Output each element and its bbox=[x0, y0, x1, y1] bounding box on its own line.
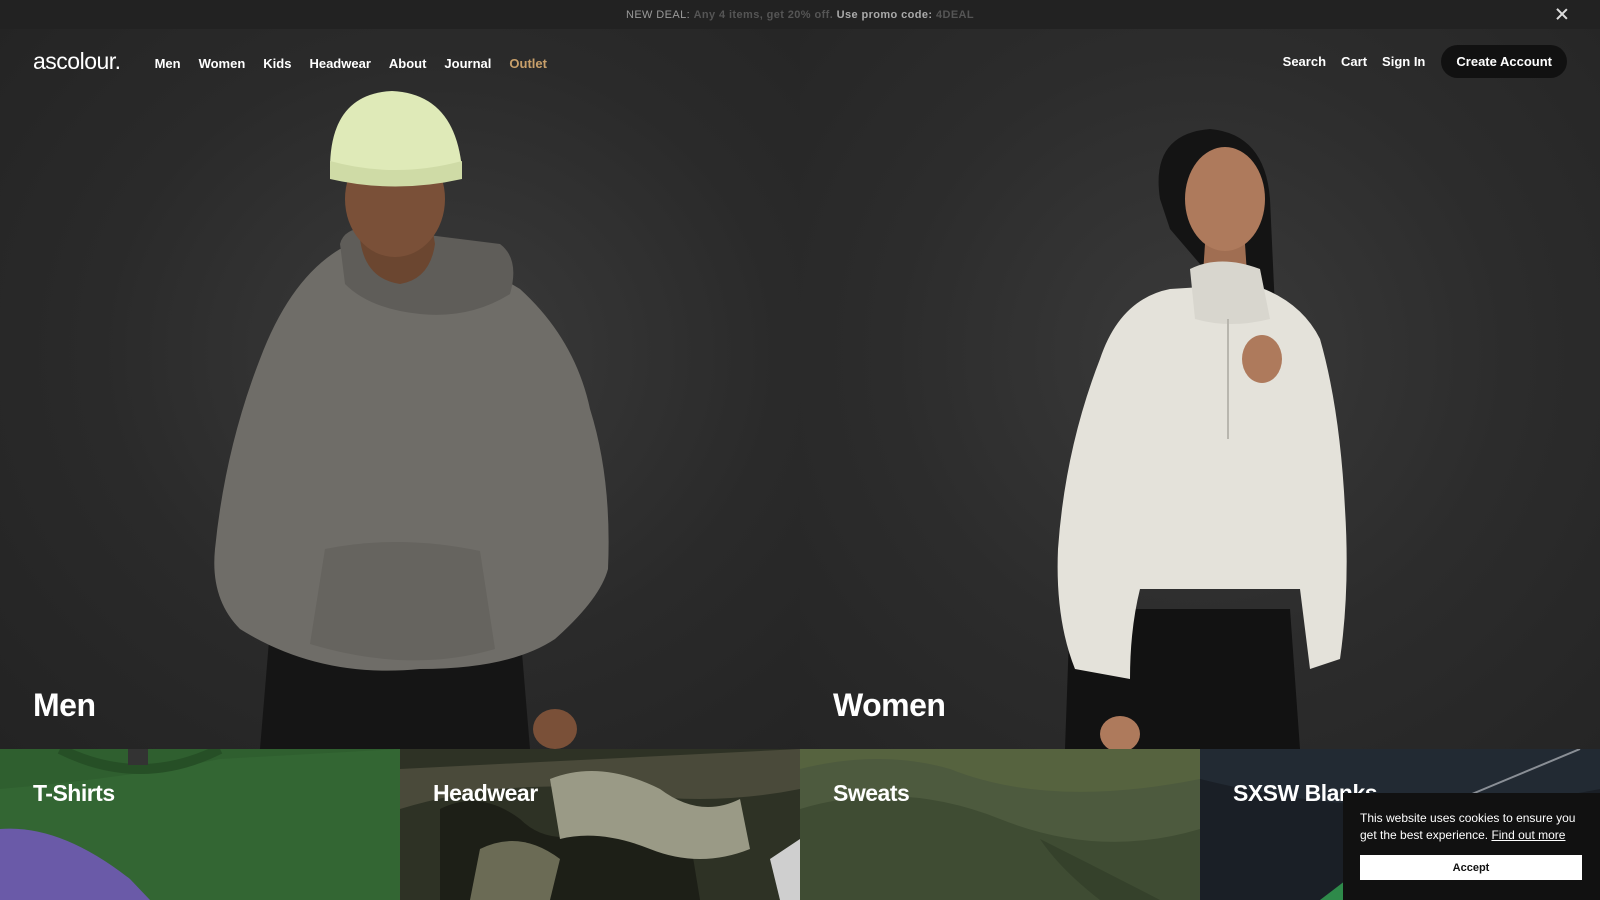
account-nav: Search Cart Sign In Create Account bbox=[1283, 45, 1567, 78]
promo-use-code: Use promo code: bbox=[836, 8, 933, 21]
category-sweats-title[interactable]: Sweats bbox=[833, 780, 910, 807]
close-icon[interactable] bbox=[1554, 6, 1570, 22]
cookie-accept-button[interactable]: Accept bbox=[1360, 855, 1582, 880]
men-model-image bbox=[214, 91, 609, 749]
create-account-button[interactable]: Create Account bbox=[1441, 45, 1567, 78]
nav-women[interactable]: Women bbox=[199, 56, 246, 71]
category-tshirts-title[interactable]: T-Shirts bbox=[33, 780, 115, 807]
promo-bar: NEW DEAL: Any 4 items, get 20% off. Use … bbox=[0, 0, 1600, 29]
hero-women-panel[interactable]: Women bbox=[800, 29, 1600, 749]
search-link[interactable]: Search bbox=[1283, 54, 1326, 69]
category-tshirts[interactable]: T-Shirts bbox=[0, 749, 400, 900]
cookie-message-wrap: This website uses cookies to ensure you … bbox=[1360, 810, 1583, 844]
nav-outlet[interactable]: Outlet bbox=[509, 56, 547, 71]
nav-men[interactable]: Men bbox=[155, 56, 181, 71]
promo-code: 4DEAL bbox=[935, 8, 975, 21]
tshirts-image bbox=[0, 749, 400, 900]
promo-lead: NEW DEAL: bbox=[625, 8, 691, 21]
category-headwear-title[interactable]: Headwear bbox=[433, 780, 538, 807]
hero: Men Women bbox=[0, 29, 1600, 749]
nav-headwear[interactable]: Headwear bbox=[309, 56, 370, 71]
nav-about[interactable]: About bbox=[389, 56, 427, 71]
sweats-image bbox=[800, 749, 1200, 900]
cart-link[interactable]: Cart bbox=[1341, 54, 1367, 69]
sign-in-link[interactable]: Sign In bbox=[1382, 54, 1425, 69]
hero-men-panel[interactable]: Men bbox=[0, 29, 800, 749]
logo[interactable]: ascolour. bbox=[33, 48, 121, 75]
nav-journal[interactable]: Journal bbox=[444, 56, 491, 71]
category-sweats[interactable]: Sweats bbox=[800, 749, 1200, 900]
category-headwear[interactable]: Headwear bbox=[400, 749, 800, 900]
cookie-banner: This website uses cookies to ensure you … bbox=[1343, 793, 1600, 900]
cookie-find-out-more-link[interactable]: Find out more bbox=[1491, 828, 1565, 842]
main-nav: Men Women Kids Headwear About Journal Ou… bbox=[155, 56, 547, 71]
women-model-image bbox=[1057, 129, 1347, 749]
promo-offer: Any 4 items, get 20% off. bbox=[693, 8, 834, 21]
hero-women-title[interactable]: Women bbox=[833, 687, 946, 724]
hero-men-title[interactable]: Men bbox=[33, 687, 96, 724]
headwear-image bbox=[400, 749, 800, 900]
nav-kids[interactable]: Kids bbox=[263, 56, 291, 71]
site-header: ascolour. Men Women Kids Headwear About … bbox=[0, 29, 1600, 94]
